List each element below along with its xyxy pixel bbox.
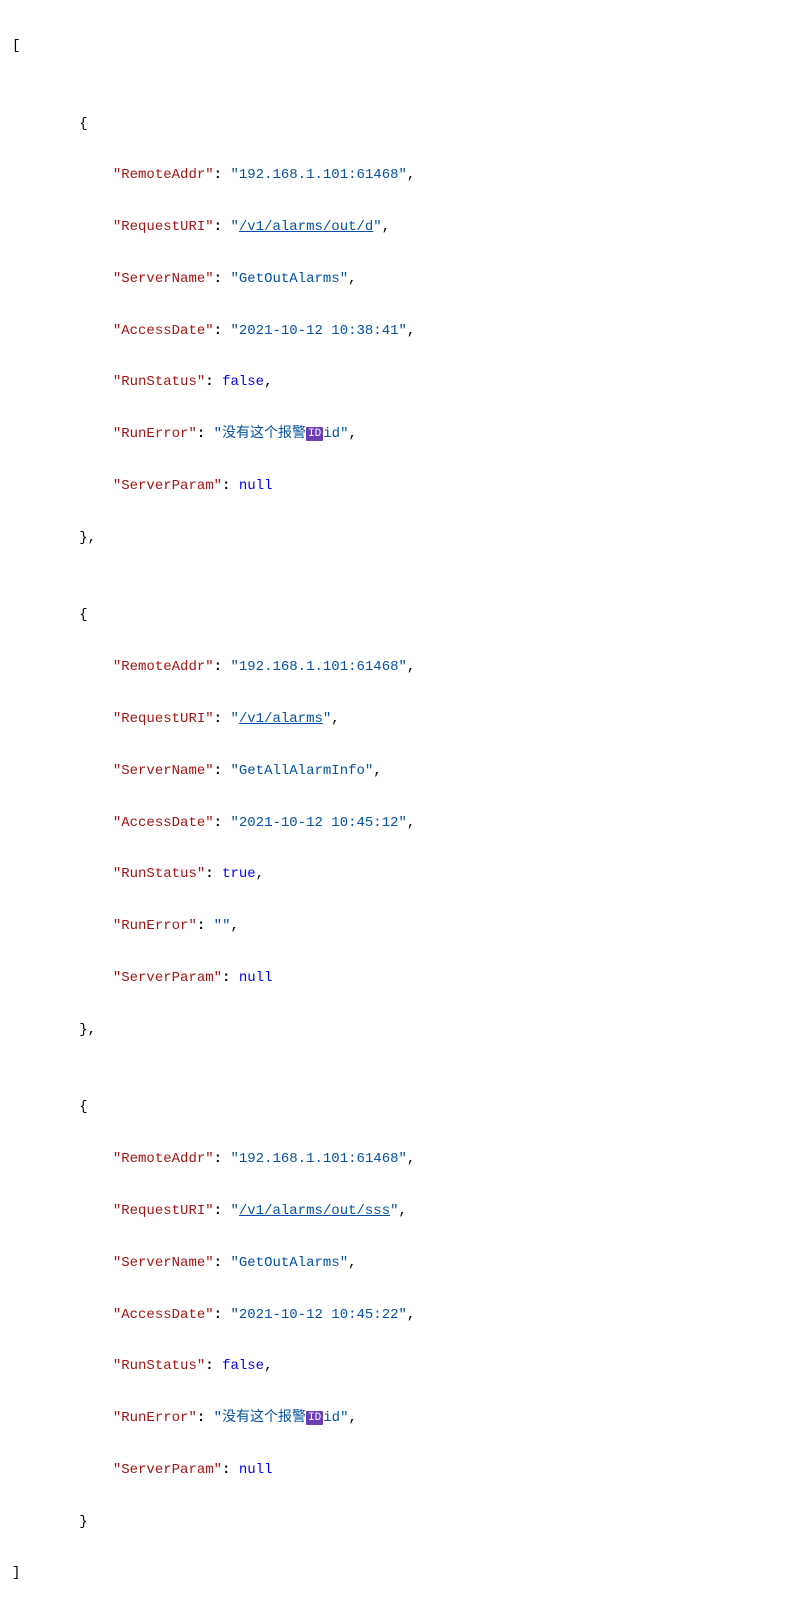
object-open: { — [79, 1099, 87, 1115]
object-open: { — [79, 607, 87, 623]
json-key: "ServerName" — [113, 1255, 214, 1271]
json-value: "2021-10-12 10:38:41" — [230, 323, 406, 339]
json-value: "" — [214, 918, 231, 934]
json-value: "没有这个报警IDid" — [214, 1410, 349, 1426]
json-null: null — [239, 1462, 273, 1478]
object-open: { — [79, 116, 87, 132]
request-uri-link[interactable]: /v1/alarms — [239, 711, 323, 727]
json-value: "没有这个报警IDid" — [214, 426, 349, 442]
json-key: "RemoteAddr" — [113, 659, 214, 675]
json-key: "RunStatus" — [113, 1358, 205, 1374]
id-badge-icon: ID — [306, 427, 323, 441]
id-badge-icon: ID — [306, 1411, 323, 1425]
json-null: null — [239, 970, 273, 986]
json-bool: true — [222, 866, 256, 882]
json-key: "RunStatus" — [113, 866, 205, 882]
request-uri-link[interactable]: /v1/alarms/out/d — [239, 219, 373, 235]
json-value: "192.168.1.101:61468" — [230, 1151, 406, 1167]
json-bool: false — [222, 374, 264, 390]
json-value: "GetOutAlarms" — [230, 1255, 348, 1271]
request-uri-link[interactable]: /v1/alarms/out/sss — [239, 1203, 390, 1219]
object-close: }, — [79, 1022, 96, 1038]
array-open: [ — [12, 38, 20, 54]
json-value: "192.168.1.101:61468" — [230, 659, 406, 675]
json-key: "RemoteAddr" — [113, 1151, 214, 1167]
json-value: "/v1/alarms/out/d" — [230, 219, 381, 235]
json-key: "AccessDate" — [113, 815, 214, 831]
json-key: "AccessDate" — [113, 1307, 214, 1323]
json-key: "RequestURI" — [113, 219, 214, 235]
json-value: "/v1/alarms" — [230, 711, 331, 727]
json-key: "RequestURI" — [113, 711, 214, 727]
json-key: "RunError" — [113, 1410, 197, 1426]
json-key: "RunStatus" — [113, 374, 205, 390]
json-key: "RunError" — [113, 426, 197, 442]
array-close: ] — [12, 1565, 20, 1581]
json-key: "ServerName" — [113, 763, 214, 779]
json-key: "ServerParam" — [113, 970, 222, 986]
json-value: "/v1/alarms/out/sss" — [230, 1203, 398, 1219]
json-key: "RequestURI" — [113, 1203, 214, 1219]
json-key: "RunError" — [113, 918, 197, 934]
json-key: "ServerName" — [113, 271, 214, 287]
json-value: "192.168.1.101:61468" — [230, 167, 406, 183]
object-close: } — [79, 1514, 87, 1530]
json-value: "GetAllAlarmInfo" — [230, 763, 373, 779]
json-key: "ServerParam" — [113, 478, 222, 494]
json-null: null — [239, 478, 273, 494]
json-bool: false — [222, 1358, 264, 1374]
json-key: "AccessDate" — [113, 323, 214, 339]
object-close: }, — [79, 530, 96, 546]
json-key: "ServerParam" — [113, 1462, 222, 1478]
json-value: "2021-10-12 10:45:12" — [230, 815, 406, 831]
json-key: "RemoteAddr" — [113, 167, 214, 183]
json-viewer: [ { "RemoteAddr": "192.168.1.101:61468",… — [0, 0, 800, 1613]
json-value: "GetOutAlarms" — [230, 271, 348, 287]
json-value: "2021-10-12 10:45:22" — [230, 1307, 406, 1323]
